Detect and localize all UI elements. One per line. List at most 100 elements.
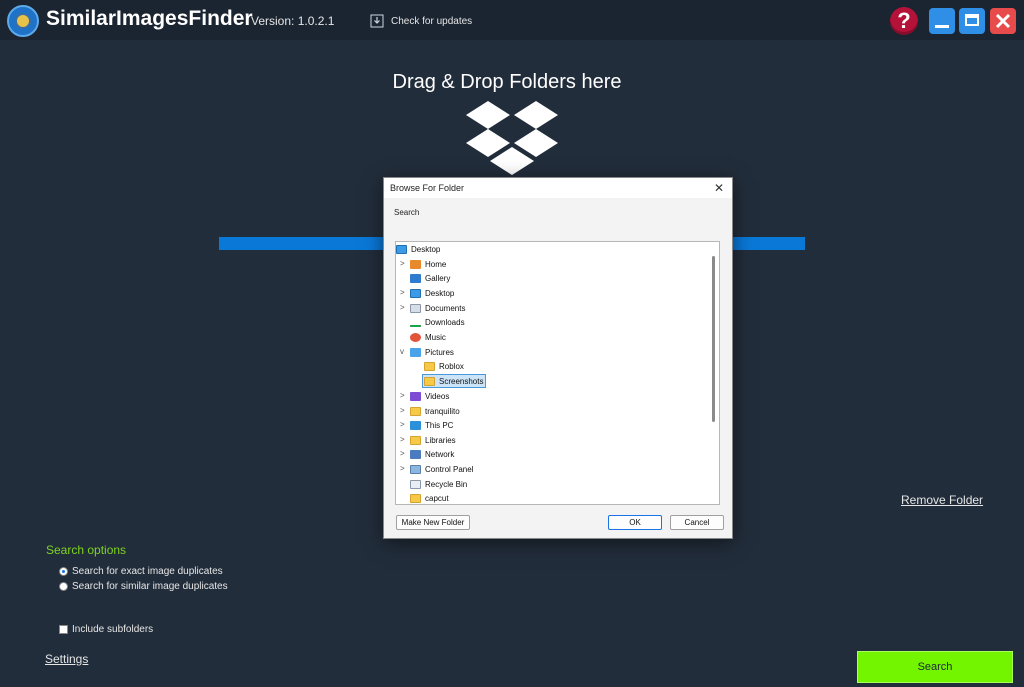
- tree-item[interactable]: Music: [410, 330, 446, 344]
- desktop-icon: [410, 288, 421, 298]
- similar-duplicates-option[interactable]: Search for similar image duplicates: [59, 581, 228, 592]
- tree-item-label: Screenshots: [439, 376, 484, 386]
- browse-folder-dialog: Browse For Folder ✕ Search Desktop > Hom…: [383, 177, 733, 539]
- check-updates-link[interactable]: Check for updates: [391, 16, 472, 27]
- tree-item[interactable]: Desktop: [396, 242, 440, 256]
- similar-duplicates-radio[interactable]: [59, 582, 68, 591]
- folder-tree[interactable]: Desktop > Home Gallery > Desktop > Docum…: [395, 241, 720, 505]
- collapse-chevron-icon[interactable]: v: [400, 347, 404, 356]
- tree-item-label: Home: [425, 259, 447, 269]
- dialog-title: Browse For Folder: [390, 183, 465, 193]
- tree-item[interactable]: Control Panel: [410, 462, 473, 476]
- tree-item-label: Documents: [425, 303, 466, 313]
- tree-item[interactable]: Network: [410, 447, 454, 461]
- expand-chevron-icon[interactable]: >: [400, 406, 405, 415]
- expand-chevron-icon[interactable]: >: [400, 464, 405, 473]
- ok-button[interactable]: OK: [608, 515, 662, 530]
- tree-item-label: Downloads: [425, 317, 465, 327]
- dialog-title-bar: Browse For Folder ✕: [384, 178, 732, 198]
- this-pc-icon: [410, 420, 421, 430]
- dialog-description: Search: [394, 208, 420, 217]
- desktop-icon: [396, 244, 407, 254]
- dialog-close-icon[interactable]: ✕: [714, 181, 724, 195]
- folder-icon: [424, 361, 435, 371]
- search-options-title: Search options: [46, 543, 127, 557]
- folder-icon: [424, 376, 435, 386]
- cancel-button[interactable]: Cancel: [670, 515, 724, 530]
- expand-chevron-icon[interactable]: >: [400, 449, 405, 458]
- tree-item-label: Roblox: [439, 361, 464, 371]
- tree-item[interactable]: Documents: [410, 301, 465, 315]
- make-new-folder-button[interactable]: Make New Folder: [396, 515, 470, 530]
- remove-folder-link[interactable]: Remove Folder: [901, 493, 983, 507]
- similar-duplicates-label: Search for similar image duplicates: [72, 581, 228, 592]
- tree-item[interactable]: This PC: [410, 418, 453, 432]
- expand-chevron-icon[interactable]: >: [400, 303, 405, 312]
- tree-item-label: Recycle Bin: [425, 479, 468, 489]
- tree-item[interactable]: Videos: [410, 389, 449, 403]
- recycle-bin-icon: [410, 479, 421, 489]
- include-subfolders-checkbox[interactable]: [59, 625, 68, 634]
- network-icon: [410, 449, 421, 459]
- documents-icon: [410, 303, 421, 313]
- help-button[interactable]: ?: [890, 7, 918, 35]
- tree-item-label: Control Panel: [425, 464, 474, 474]
- download-icon[interactable]: [370, 14, 384, 28]
- version-label: Version: 1.0.2.1: [251, 14, 335, 28]
- control-panel-icon: [410, 464, 421, 474]
- tree-item[interactable]: Downloads: [410, 315, 465, 329]
- tree-item-label: Desktop: [411, 244, 441, 254]
- tree-scrollbar[interactable]: [712, 256, 715, 422]
- tree-item[interactable]: Libraries: [410, 433, 456, 447]
- folder-icon: [410, 406, 421, 416]
- exact-duplicates-label: Search for exact image duplicates: [72, 566, 223, 577]
- videos-icon: [410, 391, 421, 401]
- tree-item-label: Videos: [425, 391, 450, 401]
- tree-item[interactable]: Pictures: [410, 345, 454, 359]
- tree-item-label: Network: [425, 449, 455, 459]
- tree-item-label: tranquilito: [425, 406, 460, 416]
- expand-chevron-icon[interactable]: >: [400, 259, 405, 268]
- tree-item-selected[interactable]: Screenshots: [422, 374, 487, 388]
- expand-chevron-icon[interactable]: >: [400, 420, 405, 429]
- home-icon: [410, 259, 421, 269]
- maximize-button[interactable]: [959, 8, 985, 34]
- search-button[interactable]: Search: [857, 651, 1013, 683]
- tree-item[interactable]: Home: [410, 257, 446, 271]
- tree-item-label: Pictures: [425, 347, 454, 357]
- tree-item[interactable]: Gallery: [410, 271, 450, 285]
- drop-zone-title: Drag & Drop Folders here: [392, 71, 622, 93]
- close-button[interactable]: [990, 8, 1016, 34]
- tree-item-label: Desktop: [425, 288, 455, 298]
- tree-item-label: capcut: [425, 493, 449, 503]
- expand-chevron-icon[interactable]: >: [400, 435, 405, 444]
- include-subfolders-option[interactable]: Include subfolders: [59, 624, 153, 635]
- title-bar: SimilarImagesFinder Version: 1.0.2.1 Che…: [0, 0, 1024, 40]
- app-window: SimilarImagesFinder Version: 1.0.2.1 Che…: [0, 0, 1024, 687]
- close-icon: [995, 13, 1011, 29]
- exact-duplicates-option[interactable]: Search for exact image duplicates: [59, 566, 223, 577]
- expand-chevron-icon[interactable]: >: [400, 288, 405, 297]
- gallery-icon: [410, 273, 421, 283]
- tree-item[interactable]: tranquilito: [410, 404, 460, 418]
- include-subfolders-label: Include subfolders: [72, 624, 154, 635]
- exact-duplicates-radio[interactable]: [59, 567, 68, 576]
- tree-item-label: This PC: [425, 420, 454, 430]
- tree-item-label: Gallery: [425, 273, 451, 283]
- app-title: SimilarImagesFinder: [46, 7, 253, 30]
- tree-item-label: Libraries: [425, 435, 456, 445]
- minimize-button[interactable]: [929, 8, 955, 34]
- tree-item-label: Music: [425, 332, 446, 342]
- libraries-icon: [410, 435, 421, 445]
- dropbox-icon: [466, 101, 558, 175]
- tree-item[interactable]: Recycle Bin: [410, 477, 467, 491]
- settings-link[interactable]: Settings: [45, 652, 88, 666]
- music-icon: [410, 332, 421, 342]
- pictures-icon: [410, 347, 421, 357]
- tree-item[interactable]: capcut: [410, 491, 449, 504]
- downloads-icon: [410, 318, 421, 327]
- tree-item[interactable]: Roblox: [424, 359, 464, 373]
- expand-chevron-icon[interactable]: >: [400, 391, 405, 400]
- app-logo-icon: [7, 5, 39, 37]
- tree-item[interactable]: Desktop: [410, 286, 454, 300]
